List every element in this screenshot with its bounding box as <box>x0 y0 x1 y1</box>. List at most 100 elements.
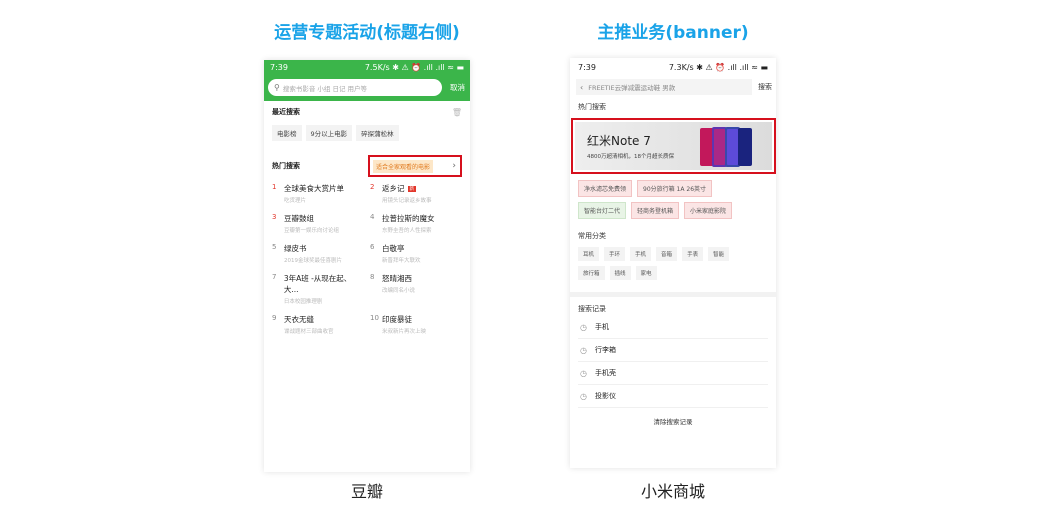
hot-search-item[interactable]: 7 3年A班 -从现在起、大... 日本校园推理剧 <box>272 273 364 305</box>
clock-icon: ◷ <box>580 368 587 378</box>
promo-banner[interactable]: 红米Note 7 4800万超清相机，18个月超长质保 <box>575 122 772 170</box>
hot-tag[interactable]: 智能台灯二代 <box>578 202 627 219</box>
hot-search-item[interactable]: 2 返乡记新用镜头记录返乡故事 <box>370 183 462 204</box>
hot-tag[interactable]: 轻商务登机箱 <box>631 202 680 219</box>
phones-image-icon <box>700 127 752 167</box>
hot-search-item[interactable]: 4 拉普拉斯的魔女 东野圭吾的人性探索 <box>370 213 462 234</box>
clock-icon: ◷ <box>580 322 587 332</box>
history-text: 手机 <box>594 323 609 331</box>
hot-tags-row-2: 智能台灯二代 轻商务登机箱 小米家庭影院 <box>570 202 776 219</box>
hot-title: 拉普拉斯的魔女 <box>382 214 435 223</box>
search-button[interactable]: 搜索 <box>758 82 772 92</box>
history-list: ◷ 手机 ◷ 行李箱 ◷ 手机壳 ◷ 投影仪 <box>570 316 776 408</box>
hot-search-header: 热门搜索 适合全家观看的电影 › <box>272 155 462 177</box>
right-section-title: 主推业务(banner) <box>597 23 749 43</box>
hot-title: 全球美食大赏片单 <box>284 184 344 193</box>
hot-search-item[interactable]: 1 全球美食大赏片单 吃货理片 <box>272 183 364 204</box>
category-chip[interactable]: 智能 <box>708 247 730 261</box>
hot-rank: 9 <box>272 314 277 322</box>
hot-title: 印度暴徒 <box>382 315 412 324</box>
recent-search-label: 最近搜索 <box>272 108 300 116</box>
category-chip[interactable]: 音箱 <box>656 247 678 261</box>
category-list: 耳机 手环 手机 音箱 手表 智能旅行箱 插线 家电 <box>570 247 760 280</box>
history-text: 手机壳 <box>594 369 616 377</box>
right-caption: 小米商城 <box>640 482 705 501</box>
category-chip[interactable]: 插线 <box>609 266 631 280</box>
chevron-right-icon: › <box>452 161 456 171</box>
hot-subtitle: 用镜头记录返乡故事 <box>382 198 432 204</box>
clock-icon: ◷ <box>580 391 587 401</box>
hot-title: 天衣无缝 <box>284 315 314 324</box>
search-input[interactable]: ⚲ 搜索书影音 小组 日记 用户等 <box>268 79 442 96</box>
back-arrow-icon[interactable]: ‹ <box>580 83 583 92</box>
hot-subtitle: 吃货理片 <box>284 198 307 204</box>
recent-chip[interactable]: 9分以上电影 <box>305 125 353 141</box>
hot-rank: 7 <box>272 273 277 281</box>
category-chip[interactable]: 手环 <box>604 247 626 261</box>
category-chip[interactable]: 家电 <box>635 266 657 280</box>
hot-topic-tag[interactable]: 适合全家观看的电影 › <box>368 155 462 177</box>
cancel-button[interactable]: 取消 <box>450 82 465 93</box>
history-label: 搜索记录 <box>578 305 606 313</box>
recent-chip[interactable]: 电影榜 <box>272 125 302 141</box>
clear-history-button[interactable]: 清除搜索记录 <box>570 416 776 426</box>
hot-rank: 5 <box>272 243 277 251</box>
hot-tag[interactable]: 净水滤芯免费领 <box>578 180 633 197</box>
history-item[interactable]: ◷ 手机壳 <box>578 362 768 385</box>
hot-title: 豆瓣鼓组 <box>284 214 314 223</box>
recent-search-header: 最近搜索 🗑 <box>272 107 462 117</box>
category-chip[interactable]: 耳机 <box>578 247 600 261</box>
search-input[interactable]: ‹ FREETIE云弹减震运动鞋 男款 <box>576 79 752 95</box>
hot-subtitle: 日本校园推理剧 <box>283 299 323 305</box>
hot-title: 怒晴湘西 <box>382 274 412 283</box>
hot-tag[interactable]: 90分旅行箱 1A 26英寸 <box>637 180 713 197</box>
hot-title: 白敬亭 <box>382 244 405 253</box>
hot-search-item[interactable]: 6 白敬亭新晋拜年大联欢 <box>370 243 462 264</box>
hot-subtitle: 豆瓣第一娱乐向讨论组 <box>284 228 340 234</box>
history-item[interactable]: ◷ 手机 <box>578 316 768 339</box>
left-caption: 豆瓣 <box>350 482 383 501</box>
hot-topic-text: 适合全家观看的电影 <box>373 159 434 173</box>
history-text: 行李箱 <box>594 346 616 354</box>
hot-rank: 4 <box>370 213 375 221</box>
hot-rank: 2 <box>370 183 375 191</box>
history-item[interactable]: ◷ 行李箱 <box>578 339 768 362</box>
hot-subtitle: 改编同名小说 <box>382 288 416 294</box>
hot-rank: 1 <box>272 183 277 191</box>
left-section-title: 运营专题活动(标题右侧) <box>274 23 460 43</box>
status-bar: 7:39 7.3K/s ✱ ⚠ ⏰ .ıll .ıll ≈ ▬ <box>570 58 776 76</box>
search-bar: ⚲ 搜索书影音 小组 日记 用户等 取消 <box>264 74 470 101</box>
hot-search-item[interactable]: 5 绿皮书 2019金球奖最佳喜剧片 <box>272 243 364 264</box>
search-bar: ‹ FREETIE云弹减震运动鞋 男款 搜索 <box>570 76 776 98</box>
hot-subtitle: 东野圭吾的人性探索 <box>382 228 432 234</box>
category-chip[interactable]: 手机 <box>630 247 652 261</box>
recent-chip[interactable]: 碎探蒲松林 <box>356 125 399 141</box>
trash-icon[interactable]: 🗑 <box>452 108 462 117</box>
search-icon: ⚲ <box>274 83 280 92</box>
search-placeholder: 搜索书影音 小组 日记 用户等 <box>282 84 368 93</box>
hot-subtitle: 米叔新片再次上映 <box>382 329 427 335</box>
hot-tag[interactable]: 小米家庭影院 <box>684 202 733 219</box>
status-bar: 7:39 7.5K/s ✱ ⚠ ⏰ .ıll .ıll ≈ ▬ <box>264 60 470 74</box>
category-label: 常用分类 <box>578 232 606 240</box>
promo-banner-highlight: 红米Note 7 4800万超清相机，18个月超长质保 <box>571 118 776 174</box>
clock-icon: ◷ <box>580 345 587 355</box>
history-text: 投影仪 <box>594 392 616 400</box>
hot-rank: 8 <box>370 273 375 281</box>
xiaomi-phone-screenshot: 7:39 7.3K/s ✱ ⚠ ⏰ .ıll .ıll ≈ ▬ ‹ FREETI… <box>570 58 776 468</box>
hot-search-item[interactable]: 8 怒晴湘西改编同名小说 <box>370 273 462 305</box>
hot-title: 绿皮书 <box>284 244 307 253</box>
hot-search-item[interactable]: 9 天衣无缝 谍战题材三部曲收官 <box>272 314 364 335</box>
history-item[interactable]: ◷ 投影仪 <box>578 385 768 408</box>
category-chip[interactable]: 旅行箱 <box>578 266 605 280</box>
hot-search-label: 热门搜索 <box>578 103 606 111</box>
hot-search-list: 1 全球美食大赏片单 吃货理片 2 返乡记新用镜头记录返乡故事 3 豆瓣鼓组 豆瓣第一娱乐向讨… <box>272 183 462 335</box>
category-chip[interactable]: 手表 <box>682 247 704 261</box>
douban-phone-screenshot: 7:39 7.5K/s ✱ ⚠ ⏰ .ıll .ıll ≈ ▬ ⚲ 搜索书影音 … <box>264 60 470 472</box>
hot-search-item[interactable]: 10 印度暴徒 米叔新片再次上映 <box>370 314 462 335</box>
hot-search-item[interactable]: 3 豆瓣鼓组 豆瓣第一娱乐向讨论组 <box>272 213 364 234</box>
hot-title: 返乡记 <box>382 184 405 193</box>
status-icons: 7.5K/s ✱ ⚠ ⏰ .ıll .ıll ≈ ▬ <box>364 62 464 72</box>
hot-rank: 6 <box>370 243 375 251</box>
hot-subtitle: 新晋拜年大联欢 <box>382 258 421 264</box>
